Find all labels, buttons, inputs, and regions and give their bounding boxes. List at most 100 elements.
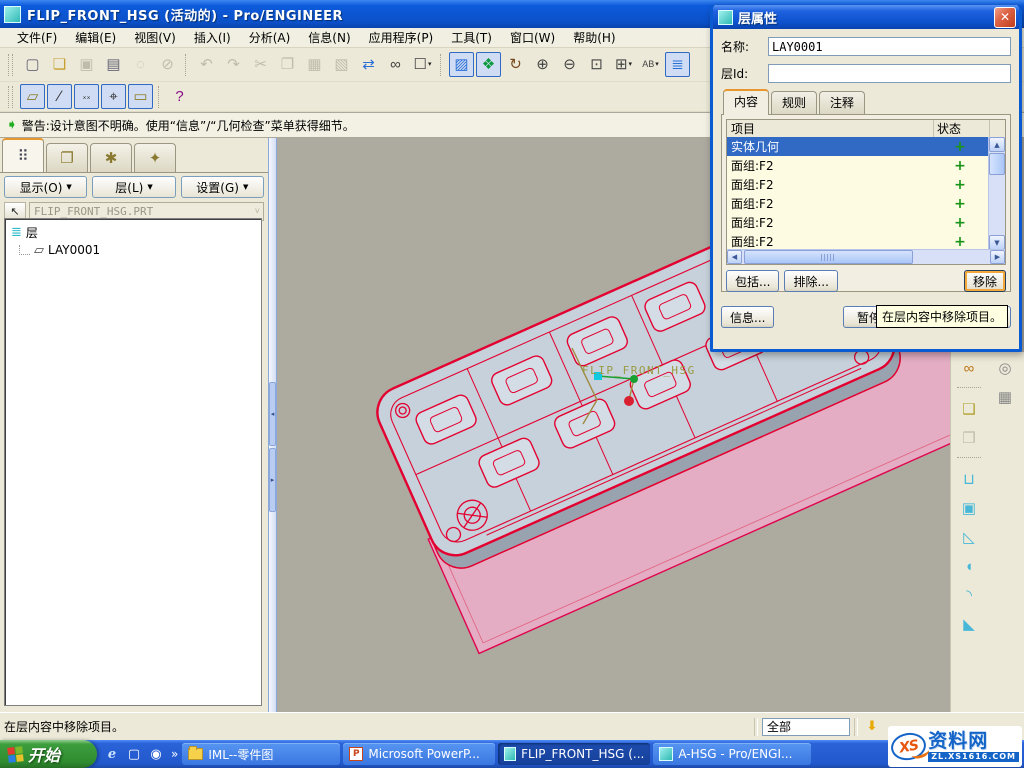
- intersect-icon[interactable]: ◎: [993, 356, 1018, 381]
- copy-icon[interactable]: ❐: [275, 52, 300, 77]
- chain-link-icon[interactable]: ∞: [957, 356, 982, 381]
- column-header-item[interactable]: 项目: [727, 120, 934, 137]
- horizontal-scroll-thumb[interactable]: [744, 250, 913, 264]
- table-row[interactable]: 面组:F2+: [727, 194, 989, 213]
- pattern-icon[interactable]: ▦: [993, 385, 1018, 410]
- undo-icon[interactable]: ↶: [194, 52, 219, 77]
- annotations-icon[interactable]: AB▾: [638, 52, 663, 77]
- saved-views-icon[interactable]: ⊞▾: [611, 52, 636, 77]
- dialog-tab-注释[interactable]: 注释: [819, 91, 865, 114]
- panel-splitter[interactable]: ◂ ▸: [268, 138, 277, 712]
- menu-item[interactable]: 视图(V): [125, 27, 185, 48]
- layer-tree-item[interactable]: ▱ LAY0001: [19, 241, 259, 259]
- layer-tree-root[interactable]: ≣ 层: [7, 223, 259, 241]
- zoom-in-icon[interactable]: ⊕: [530, 52, 555, 77]
- dialog-tab-内容[interactable]: 内容: [723, 89, 769, 115]
- shell-feature-icon[interactable]: ▣: [957, 496, 982, 521]
- erase-not-displayed-icon[interactable]: ◌: [128, 52, 153, 77]
- open-file-icon[interactable]: ❏: [47, 52, 72, 77]
- datum-planes-toggle[interactable]: ▱: [20, 84, 45, 109]
- layer-menu-button[interactable]: 层(L)▼: [92, 176, 175, 198]
- annotation-display-toggle[interactable]: ▭: [128, 84, 153, 109]
- remove-button[interactable]: 移除: [964, 270, 1006, 292]
- save-icon[interactable]: ▣: [74, 52, 99, 77]
- round-feature-icon[interactable]: ◝: [957, 583, 982, 608]
- draft-feature-icon[interactable]: ◺: [957, 525, 982, 550]
- cut-icon[interactable]: ✂: [248, 52, 273, 77]
- taskbar-task[interactable]: A-HSG - Pro/ENGI...: [653, 743, 811, 765]
- chamfer-feature-icon[interactable]: ◣: [957, 612, 982, 637]
- context-help-icon[interactable]: ?: [167, 84, 192, 109]
- redo-icon[interactable]: ↷: [221, 52, 246, 77]
- paste-icon[interactable]: ▦: [302, 52, 327, 77]
- slot-feature-icon[interactable]: ⊔: [957, 467, 982, 492]
- table-row[interactable]: 面组:F2+: [727, 232, 989, 250]
- table-row[interactable]: 面组:F2+: [727, 213, 989, 232]
- tab-model-tree[interactable]: ⠿: [2, 138, 44, 172]
- scroll-down-icon[interactable]: ▼: [989, 235, 1005, 250]
- tab-folder-browser[interactable]: ❐: [46, 143, 88, 172]
- zoom-out-icon[interactable]: ⊖: [557, 52, 582, 77]
- repaint-icon[interactable]: ▨: [449, 52, 474, 77]
- note-tags-icon[interactable]: ❒: [957, 426, 982, 451]
- menu-item[interactable]: 帮助(H): [564, 27, 624, 48]
- media-player-icon[interactable]: ◉: [147, 745, 165, 763]
- tab-connections[interactable]: ✦: [134, 143, 176, 172]
- menu-item[interactable]: 文件(F): [8, 27, 66, 48]
- scroll-left-icon[interactable]: ◀: [727, 250, 742, 264]
- dialog-title-bar[interactable]: 层属性 ✕: [713, 5, 1019, 29]
- menu-item[interactable]: 编辑(E): [66, 27, 125, 48]
- paste-special-icon[interactable]: ▧: [329, 52, 354, 77]
- note-tag-icon[interactable]: ❑: [957, 397, 982, 422]
- show-menu-button[interactable]: 显示(O)▼: [4, 176, 87, 198]
- close-window-icon[interactable]: ⊘: [155, 52, 180, 77]
- menu-item[interactable]: 信息(N): [299, 27, 359, 48]
- tab-favorites[interactable]: ✱: [90, 143, 132, 172]
- menu-item[interactable]: 分析(A): [240, 27, 300, 48]
- exclude-button[interactable]: 排除...: [784, 270, 837, 292]
- taskbar-task[interactable]: IML--零件图: [182, 743, 340, 765]
- collapse-right-handle[interactable]: ▸: [269, 448, 276, 512]
- dialog-tab-规则[interactable]: 规则: [771, 91, 817, 114]
- toolbar-grip[interactable]: [8, 86, 13, 108]
- horizontal-scrollbar[interactable]: ◀ ▶: [727, 249, 1005, 264]
- internet-explorer-icon[interactable]: e: [103, 745, 121, 763]
- refit-icon[interactable]: ⊡: [584, 52, 609, 77]
- search-down-icon[interactable]: ⬇: [862, 718, 882, 736]
- menu-item[interactable]: 窗口(W): [501, 27, 564, 48]
- print-icon[interactable]: ▤: [101, 52, 126, 77]
- overflow-chevron[interactable]: »: [171, 747, 178, 761]
- taskbar-task[interactable]: PMicrosoft PowerP...: [343, 743, 495, 765]
- regenerate-icon[interactable]: ⇄: [356, 52, 381, 77]
- info-button[interactable]: 信息...: [721, 306, 774, 328]
- menu-item[interactable]: 插入(I): [185, 27, 240, 48]
- scroll-right-icon[interactable]: ▶: [990, 250, 1005, 264]
- menu-item[interactable]: 工具(T): [442, 27, 501, 48]
- layers-icon[interactable]: ≣: [665, 52, 690, 77]
- collapse-left-handle[interactable]: ◂: [269, 382, 276, 446]
- rib-feature-icon[interactable]: ◖: [957, 554, 982, 579]
- find-icon[interactable]: ∞: [383, 52, 408, 77]
- new-file-icon[interactable]: ▢: [20, 52, 45, 77]
- vertical-scrollbar[interactable]: ▲ ▼: [988, 137, 1005, 250]
- start-button[interactable]: 开始: [0, 740, 97, 768]
- datum-csys-toggle[interactable]: ⌖: [101, 84, 126, 109]
- layer-id-input[interactable]: [768, 64, 1011, 83]
- orient-mode-icon[interactable]: ↻: [503, 52, 528, 77]
- table-row[interactable]: 面组:F2+: [727, 156, 989, 175]
- toolbar-grip[interactable]: [8, 54, 13, 76]
- close-icon[interactable]: ✕: [994, 7, 1016, 28]
- vertical-scroll-thumb[interactable]: [989, 153, 1005, 175]
- datum-points-toggle[interactable]: ᙮᙮: [74, 84, 99, 109]
- settings-menu-button[interactable]: 设置(G)▼: [181, 176, 264, 198]
- layer-name-input[interactable]: [768, 37, 1011, 56]
- scroll-up-icon[interactable]: ▲: [989, 137, 1005, 152]
- spin-center-icon[interactable]: ❖: [476, 52, 501, 77]
- taskbar-task[interactable]: FLIP_FRONT_HSG (...: [498, 743, 650, 765]
- menu-item[interactable]: 应用程序(P): [360, 27, 443, 48]
- datum-axes-toggle[interactable]: ∕: [47, 84, 72, 109]
- column-header-status[interactable]: 状态: [934, 120, 990, 137]
- show-desktop-icon[interactable]: ▢: [125, 745, 143, 763]
- selection-filter-combo[interactable]: 全部: [762, 718, 850, 736]
- include-button[interactable]: 包括...: [726, 270, 779, 292]
